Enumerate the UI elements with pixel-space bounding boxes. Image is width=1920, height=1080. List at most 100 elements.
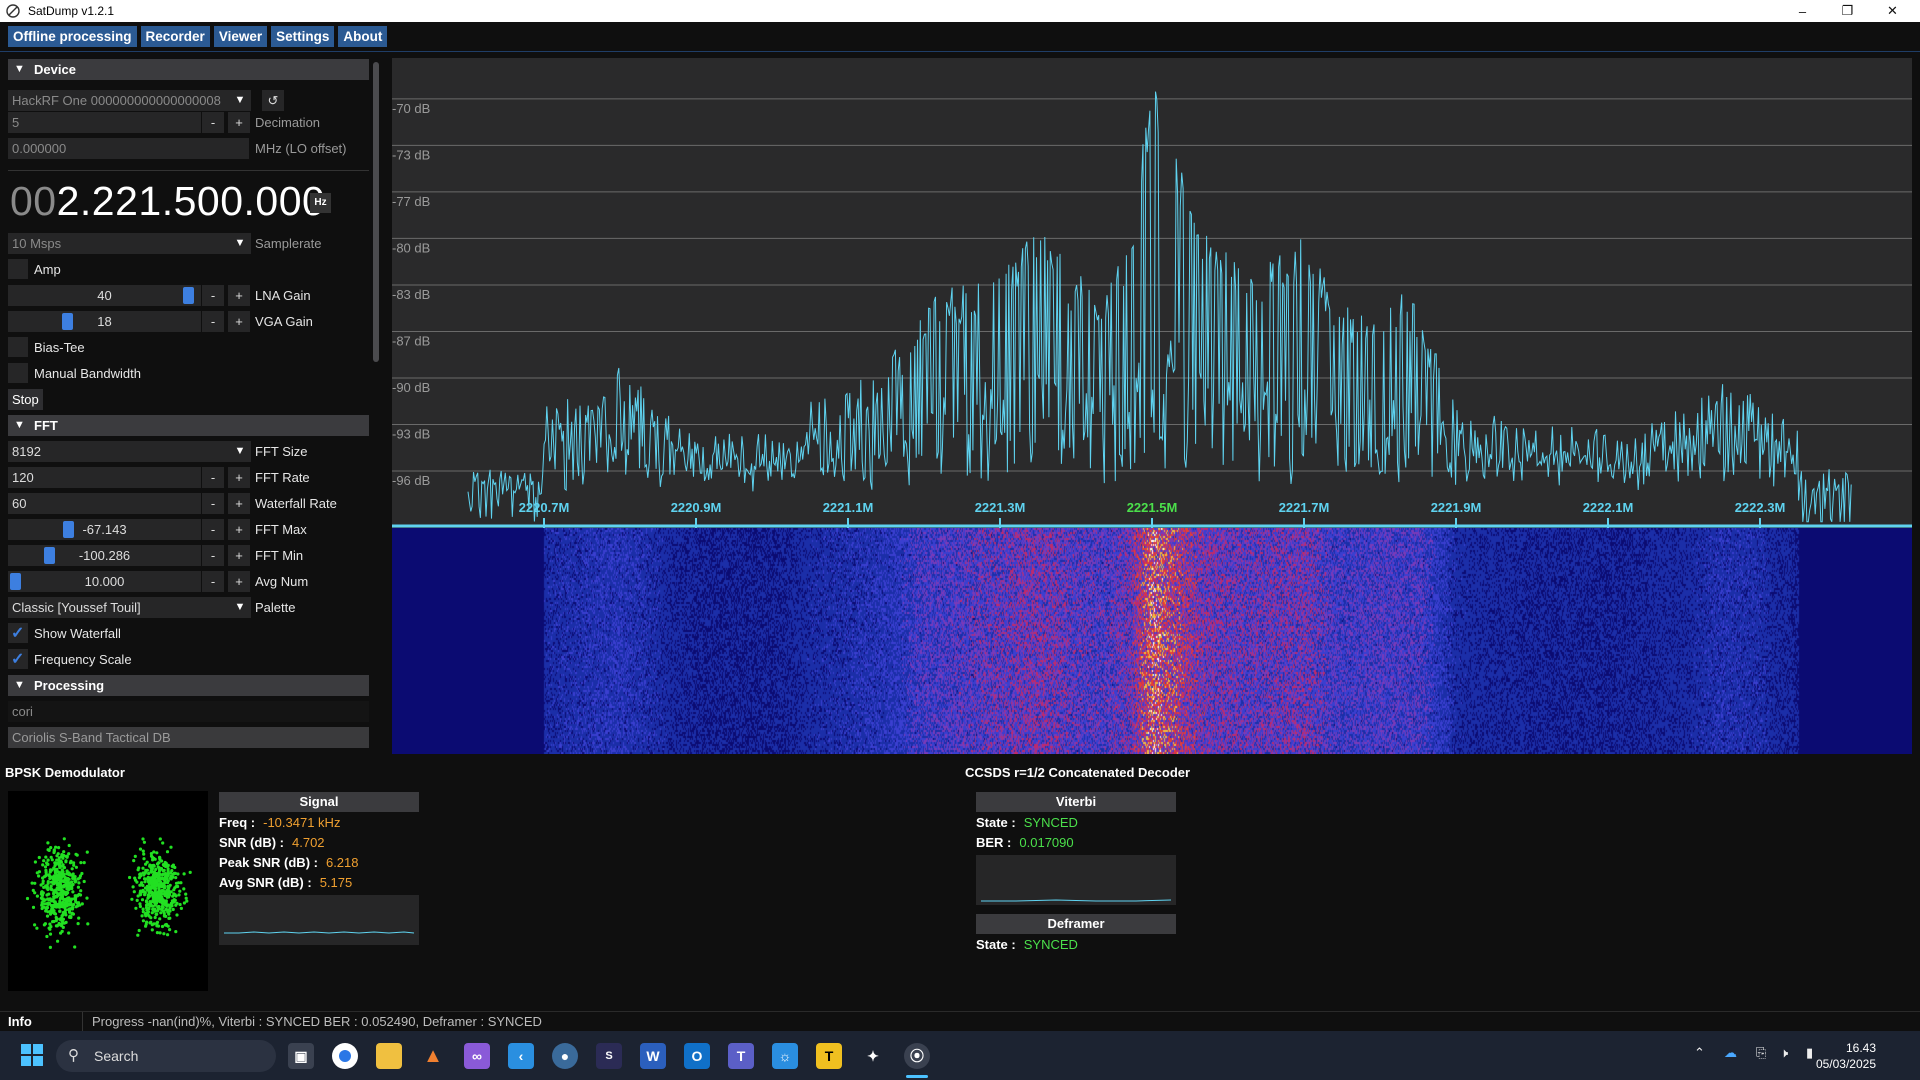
close-button[interactable]: ✕ bbox=[1870, 0, 1915, 22]
left-panel-scrollbar[interactable] bbox=[371, 56, 381, 756]
lna-gain-increment-button[interactable]: + bbox=[228, 285, 250, 306]
y-tick-label: -96 dB bbox=[392, 473, 430, 488]
avg-num-increment-button[interactable]: + bbox=[228, 571, 250, 592]
scrollbar-thumb[interactable] bbox=[373, 62, 379, 362]
vga-gain-slider[interactable]: 18 bbox=[8, 311, 201, 332]
task-view-icon[interactable]: ▣ bbox=[288, 1043, 314, 1069]
samplerate-dropdown-arrow-icon[interactable]: ▼ bbox=[229, 233, 251, 254]
waterfall-rate-input[interactable]: 60 bbox=[8, 493, 201, 514]
tab-about[interactable]: About bbox=[338, 26, 388, 47]
satdump-taskbar-icon[interactable]: ⦿ bbox=[904, 1043, 930, 1069]
fft-rate-increment-button[interactable]: + bbox=[228, 467, 250, 488]
ssms-icon[interactable]: S bbox=[596, 1043, 622, 1069]
taskbar-search-placeholder: Search bbox=[94, 1048, 139, 1064]
palette-select[interactable]: Classic [Youssef Touil] bbox=[8, 597, 230, 618]
show-waterfall-checkbox[interactable]: ✓ bbox=[8, 623, 28, 643]
collapse-triangle-icon: ▼ bbox=[14, 63, 25, 75]
battery-icon[interactable]: ▮ bbox=[1806, 1045, 1813, 1061]
volume-muted-icon[interactable]: 🕨 bbox=[1780, 1045, 1788, 1061]
refresh-devices-button[interactable]: ↺ bbox=[262, 90, 284, 111]
matlab-icon[interactable]: ▲ bbox=[420, 1043, 446, 1069]
taskbar-search-box[interactable]: ⚲ Search bbox=[56, 1040, 276, 1072]
fft-rate-input[interactable]: 120 bbox=[8, 467, 201, 488]
vga-gain-label: VGA Gain bbox=[255, 314, 313, 329]
teams-icon[interactable]: T bbox=[728, 1043, 754, 1069]
tab-settings[interactable]: Settings bbox=[271, 26, 335, 47]
restore-button[interactable]: ❐ bbox=[1825, 0, 1870, 22]
waterfall-rate-decrement-button[interactable]: - bbox=[202, 493, 224, 514]
decimation-input[interactable]: 5 bbox=[8, 112, 201, 133]
bias-tee-checkbox[interactable] bbox=[8, 337, 28, 357]
tab-viewer[interactable]: Viewer bbox=[213, 26, 268, 47]
device-section-header[interactable]: ▼ Device bbox=[8, 59, 369, 80]
constellation-point bbox=[62, 850, 66, 854]
constellation-point bbox=[165, 895, 169, 899]
vscode-icon[interactable]: ‹ bbox=[508, 1043, 534, 1069]
onedrive-icon[interactable]: ☁ bbox=[1724, 1045, 1737, 1061]
fft-section-header[interactable]: ▼ FFT bbox=[8, 415, 369, 436]
constellation-point bbox=[42, 859, 46, 863]
fft-max-decrement-button[interactable]: - bbox=[202, 519, 224, 540]
avg-num-decrement-button[interactable]: - bbox=[202, 571, 224, 592]
globe-app-icon[interactable]: ● bbox=[552, 1043, 578, 1069]
outlook-icon[interactable]: O bbox=[684, 1043, 710, 1069]
device-dropdown-arrow-icon[interactable]: ▼ bbox=[229, 90, 251, 111]
waterfall-display[interactable] bbox=[392, 528, 1912, 754]
constellation-point bbox=[47, 892, 51, 896]
constellation-point bbox=[155, 920, 160, 924]
visual-studio-icon[interactable]: ∞ bbox=[464, 1043, 490, 1069]
lo-offset-input[interactable]: 0.000000 bbox=[8, 138, 249, 159]
constellation-point bbox=[158, 917, 162, 921]
photos-icon[interactable]: ☼ bbox=[772, 1043, 798, 1069]
vga-gain-increment-button[interactable]: + bbox=[228, 311, 250, 332]
fft-rate-decrement-button[interactable]: - bbox=[202, 467, 224, 488]
pipeline-list-item[interactable]: Coriolis S-Band Tactical DB bbox=[8, 727, 369, 748]
samplerate-select[interactable]: 10 Msps bbox=[8, 233, 230, 254]
processing-section-header[interactable]: ▼ Processing bbox=[8, 675, 369, 696]
tab-offline-processing[interactable]: Offline processing bbox=[8, 26, 137, 47]
chrome-icon[interactable] bbox=[332, 1043, 358, 1069]
show-hidden-icons-chevron-icon[interactable]: ⌃ bbox=[1694, 1045, 1705, 1061]
constellation-point bbox=[31, 905, 36, 909]
constellation-point bbox=[151, 898, 155, 903]
constellation-point bbox=[37, 870, 41, 874]
fft-min-slider[interactable]: -100.286 bbox=[8, 545, 201, 566]
fft-max-increment-button[interactable]: + bbox=[228, 519, 250, 540]
freq-value: -10.3471 kHz bbox=[263, 815, 341, 830]
windows-start-icon[interactable] bbox=[20, 1043, 44, 1067]
fft-spectrum-plot[interactable]: -70 dB -73 dB -77 dB -80 dB -83 dB -87 dB -90 … bbox=[392, 58, 1912, 528]
peak-snr-value: 6.218 bbox=[325, 855, 359, 870]
vga-gain-decrement-button[interactable]: - bbox=[202, 311, 224, 332]
fft-max-slider[interactable]: -67.143 bbox=[8, 519, 201, 540]
fft-min-decrement-button[interactable]: - bbox=[202, 545, 224, 566]
signal-header: Signal bbox=[219, 792, 419, 812]
file-explorer-icon[interactable] bbox=[376, 1043, 402, 1069]
network-icon[interactable]: ⎘ bbox=[1756, 1045, 1766, 1061]
lna-gain-slider[interactable]: 40 bbox=[8, 285, 201, 306]
frequency-scale-checkbox[interactable]: ✓ bbox=[8, 649, 28, 669]
frequency-display[interactable]: 002.221.500.000 bbox=[10, 178, 325, 225]
avg-num-slider[interactable]: 10.000 bbox=[8, 571, 201, 592]
constellation-point bbox=[161, 909, 165, 913]
constellation-point bbox=[150, 911, 154, 915]
pipeline-search-input[interactable]: cori bbox=[8, 701, 369, 722]
fft-min-increment-button[interactable]: + bbox=[228, 545, 250, 566]
tab-recorder[interactable]: Recorder bbox=[140, 26, 210, 47]
lna-gain-decrement-button[interactable]: - bbox=[202, 285, 224, 306]
decimation-decrement-button[interactable]: - bbox=[202, 112, 224, 133]
manual-bandwidth-checkbox[interactable] bbox=[8, 363, 28, 383]
amp-checkbox[interactable] bbox=[8, 259, 28, 279]
device-select[interactable]: HackRF One 000000000000000008 bbox=[8, 90, 230, 111]
decimation-increment-button[interactable]: + bbox=[228, 112, 250, 133]
system-clock[interactable]: 16.43 05/03/2025 bbox=[1816, 1040, 1876, 1072]
stop-button[interactable]: Stop bbox=[8, 389, 43, 410]
constellation-point bbox=[140, 914, 144, 918]
terminal-app-icon[interactable]: T bbox=[816, 1043, 842, 1069]
fft-size-select[interactable]: 8192 bbox=[8, 441, 230, 462]
waterfall-rate-increment-button[interactable]: + bbox=[228, 493, 250, 514]
fft-size-dropdown-arrow-icon[interactable]: ▼ bbox=[229, 441, 251, 462]
word-icon[interactable]: W bbox=[640, 1043, 666, 1069]
minimize-button[interactable]: – bbox=[1780, 0, 1825, 22]
satellite-app-icon[interactable]: ✦ bbox=[860, 1043, 886, 1069]
palette-dropdown-arrow-icon[interactable]: ▼ bbox=[229, 597, 251, 618]
